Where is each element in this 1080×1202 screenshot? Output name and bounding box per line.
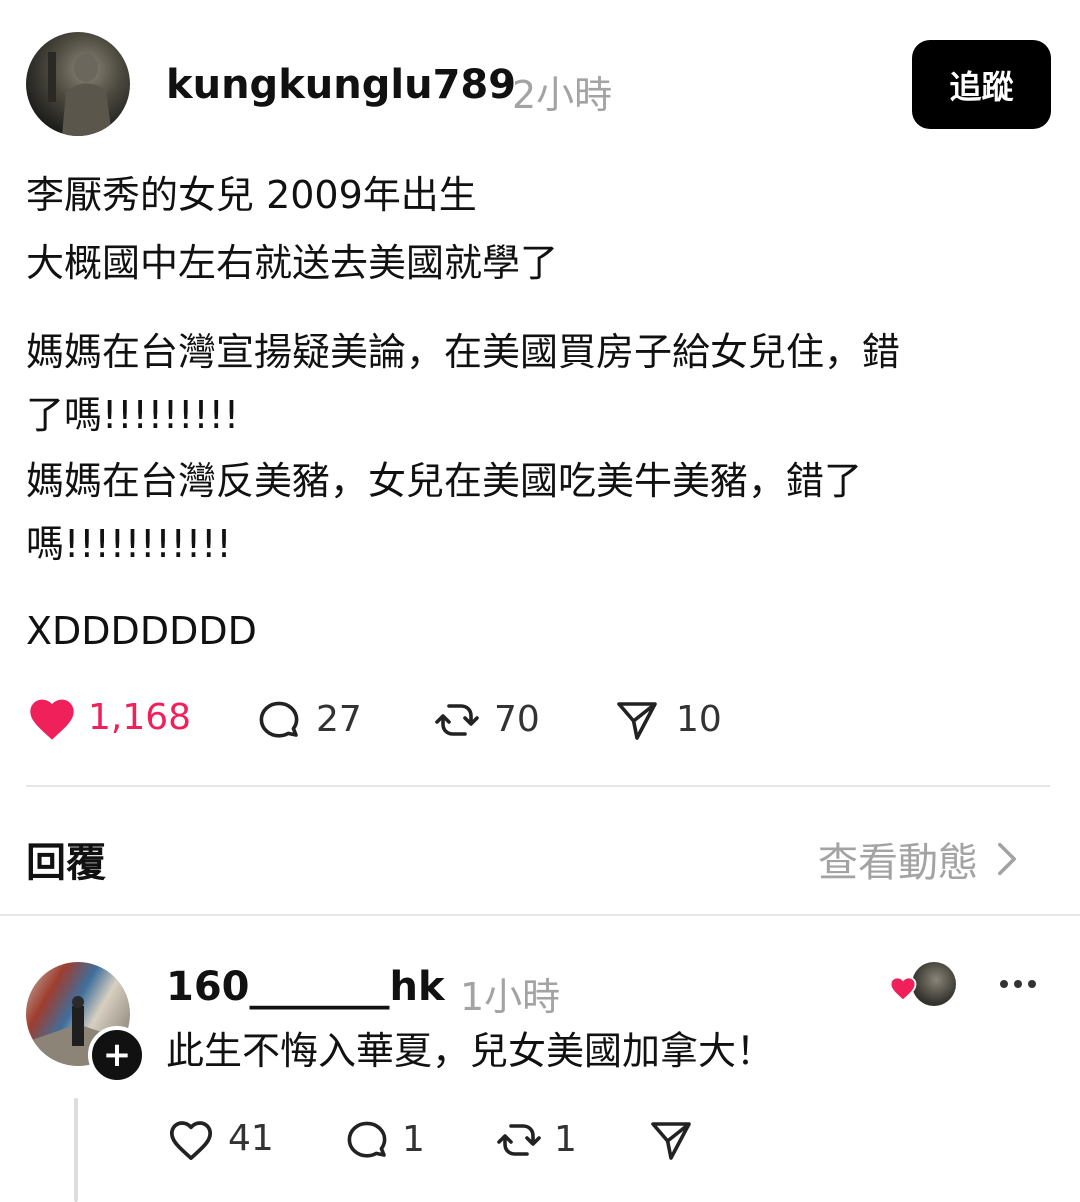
- heart-icon: [166, 1116, 216, 1162]
- repost-button[interactable]: 70: [432, 696, 540, 744]
- plus-icon: +: [102, 1035, 132, 1075]
- send-icon: [612, 696, 662, 744]
- reply-username[interactable]: 160_______hk: [166, 964, 445, 1010]
- view-activity-label: 查看動態: [818, 840, 978, 886]
- divider: [26, 785, 1050, 787]
- comment-icon: [342, 1116, 392, 1164]
- heart-icon: [26, 694, 78, 742]
- comment-icon: [254, 696, 304, 744]
- like-count: 1,168: [88, 697, 192, 738]
- post-time: 2小時: [512, 73, 613, 117]
- replies-tab[interactable]: 回覆: [26, 830, 106, 888]
- repost-count: 70: [494, 699, 540, 740]
- post-text-line: 媽媽在台灣反美豬，女兒在美國吃美牛美豬，錯了: [26, 459, 863, 503]
- reply-like-count: 41: [228, 1118, 274, 1159]
- author-liked-indicator: [888, 958, 962, 1010]
- share-count: 10: [676, 699, 722, 740]
- post-text-line: XDDDDDDD: [26, 609, 257, 653]
- reply-like-button[interactable]: 41: [166, 1116, 274, 1162]
- reply-share-button[interactable]: [646, 1116, 696, 1164]
- view-activity-link[interactable]: 查看動態: [818, 830, 1018, 888]
- thread-line: [74, 1098, 78, 1202]
- reply-comment-count: 1: [402, 1119, 425, 1160]
- like-button[interactable]: 1,168: [26, 694, 191, 742]
- more-options-button[interactable]: [996, 970, 1040, 998]
- reply-time: 1小時: [460, 975, 561, 1019]
- more-icon: [996, 970, 1040, 998]
- follow-plus-button[interactable]: +: [88, 1026, 146, 1084]
- author-avatar[interactable]: [26, 32, 130, 136]
- heart-icon: [888, 974, 918, 1006]
- divider: [0, 914, 1080, 916]
- avatar-photo: [48, 52, 112, 136]
- reply-repost-count: 1: [554, 1119, 577, 1160]
- post-text-line: 了嗎!!!!!!!!!: [26, 393, 240, 437]
- repost-icon: [432, 696, 482, 744]
- reply-repost-button[interactable]: 1: [494, 1116, 577, 1164]
- post-text-line: 李厭秀的女兒 2009年出生: [26, 173, 477, 217]
- comment-count: 27: [316, 699, 362, 740]
- share-button[interactable]: 10: [612, 696, 722, 744]
- reply-comment-button[interactable]: 1: [342, 1116, 425, 1164]
- follow-button[interactable]: 追蹤: [912, 40, 1051, 129]
- chevron-right-icon: [996, 841, 1018, 877]
- author-username[interactable]: kungkunglu789: [166, 62, 516, 108]
- author-mini-avatar: [912, 962, 956, 1006]
- repost-icon: [494, 1116, 544, 1164]
- reply-text: 此生不悔入華夏，兒女美國加拿大！: [166, 1029, 775, 1073]
- post-text-line: 嗎!!!!!!!!!!!: [26, 522, 232, 566]
- comment-button[interactable]: 27: [254, 696, 362, 744]
- send-icon: [646, 1116, 696, 1164]
- post-text-line: 大概國中左右就送去美國就學了: [26, 241, 559, 285]
- post-text-line: 媽媽在台灣宣揚疑美論，在美國買房子給女兒住，錯: [26, 330, 901, 374]
